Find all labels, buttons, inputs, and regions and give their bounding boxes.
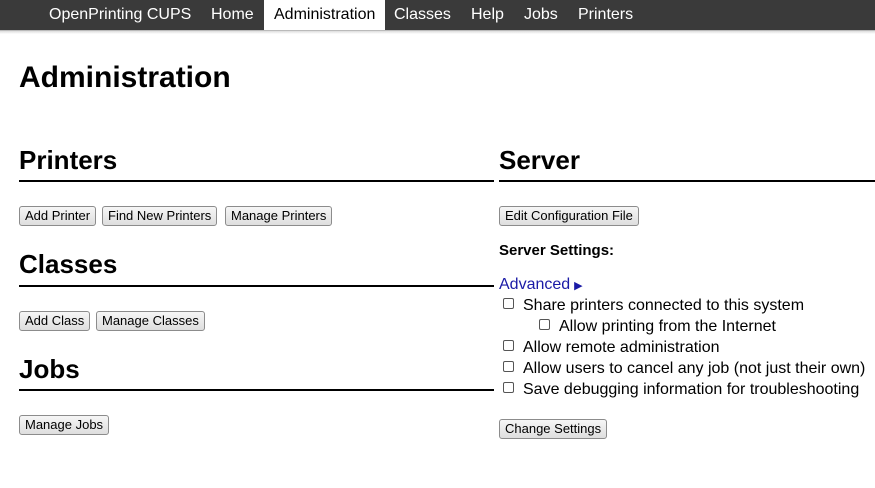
jobs-heading: Jobs	[19, 354, 80, 384]
allow-internet-printing-label: Allow printing from the Internet	[559, 318, 776, 335]
debug-logging-checkbox[interactable]	[503, 382, 514, 394]
classes-divider	[19, 285, 494, 287]
debug-logging-label: Save debugging information for troublesh…	[523, 381, 860, 398]
edit-configuration-file-button[interactable]: Edit Configuration File	[499, 206, 639, 226]
nav-shadow	[0, 30, 875, 34]
nav-jobs[interactable]: Jobs	[514, 0, 568, 30]
page-title: Administration	[19, 61, 231, 94]
printers-heading: Printers	[19, 145, 118, 175]
server-settings-label: Server Settings:	[499, 242, 615, 259]
nav-help[interactable]: Help	[461, 0, 514, 30]
top-nav-bar: OpenPrinting CUPS Home Administration Cl…	[0, 0, 875, 31]
advanced-label: Advanced	[499, 276, 571, 293]
nav-home[interactable]: Home	[201, 0, 264, 30]
allow-internet-printing-checkbox[interactable]	[539, 319, 550, 331]
advanced-toggle[interactable]: Advanced ▶	[499, 276, 583, 294]
manage-printers-button[interactable]: Manage Printers	[225, 206, 333, 226]
change-settings-button[interactable]: Change Settings	[499, 419, 608, 439]
nav-classes[interactable]: Classes	[384, 0, 461, 30]
server-divider	[499, 180, 875, 182]
remote-admin-label: Allow remote administration	[523, 339, 720, 356]
manage-classes-button[interactable]: Manage Classes	[96, 311, 205, 331]
add-printer-button[interactable]: Add Printer	[19, 206, 97, 226]
find-new-printers-button[interactable]: Find New Printers	[102, 206, 218, 226]
option-remote-admin: Allow remote administration	[503, 339, 720, 359]
triangle-right-icon: ▶	[574, 280, 583, 292]
share-printers-label: Share printers connected to this system	[523, 297, 805, 314]
cancel-any-job-checkbox[interactable]	[503, 361, 514, 373]
nav-administration[interactable]: Administration	[264, 0, 386, 30]
cancel-any-job-label: Allow users to cancel any job (not just …	[523, 360, 866, 377]
remote-admin-checkbox[interactable]	[503, 340, 514, 352]
printers-divider	[19, 180, 494, 182]
option-cancel-any-job: Allow users to cancel any job (not just …	[503, 360, 865, 380]
add-class-button[interactable]: Add Class	[19, 311, 91, 331]
nav-brand[interactable]: OpenPrinting CUPS	[39, 0, 201, 30]
option-debug-logging: Save debugging information for troublesh…	[503, 381, 859, 401]
share-printers-checkbox[interactable]	[503, 298, 514, 310]
server-heading: Server	[499, 145, 580, 175]
nav-printers[interactable]: Printers	[568, 0, 643, 30]
classes-heading: Classes	[19, 249, 118, 279]
jobs-divider	[19, 389, 494, 391]
manage-jobs-button[interactable]: Manage Jobs	[19, 415, 110, 435]
option-share-printers: Share printers connected to this system	[503, 297, 804, 317]
option-allow-internet-printing: Allow printing from the Internet	[539, 318, 776, 338]
